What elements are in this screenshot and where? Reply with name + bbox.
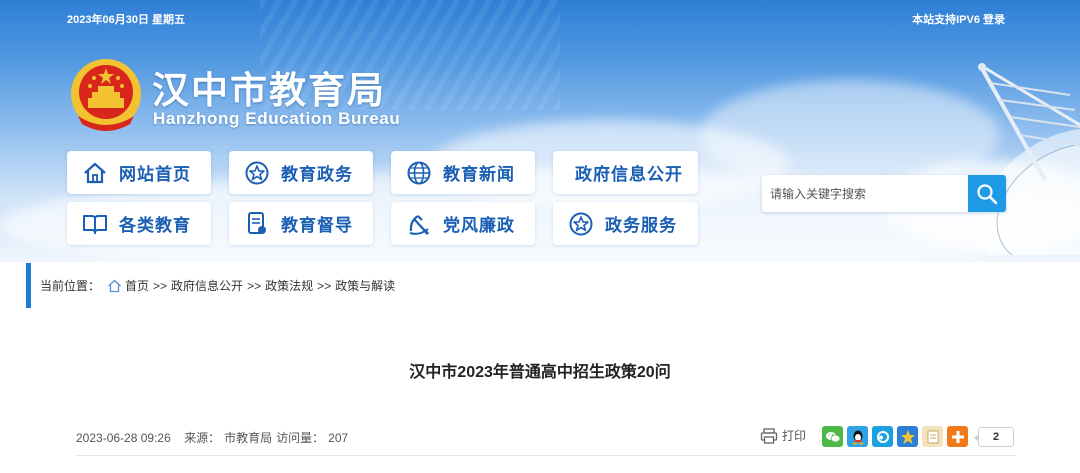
qzone-icon[interactable] [872,426,893,447]
nav-party-integrity-label: 党风廉政 [443,216,515,235]
article-views-label: 访问量： [276,431,325,445]
share-bar [822,426,968,447]
site-subtitle: Hanzhong Education Bureau [153,109,401,128]
nav-edu-news-button[interactable]: 教育新闻 [391,151,535,194]
print-button[interactable]: 打印 [760,427,806,444]
nav-all-education-label: 各类教育 [119,216,191,235]
breadcrumb-gov-info-link[interactable]: 政府信息公开 [171,277,243,294]
nav-gov-info-label: 政府信息公开 [575,165,683,184]
more-icon[interactable] [947,426,968,447]
home-icon [81,159,109,187]
breadcrumb-home-link[interactable]: 首页 [125,277,149,294]
satellite-dish-icon [978,63,1080,255]
nav-edu-supervision-button[interactable]: 教育督导 [229,202,373,245]
star-badge-icon [567,210,595,238]
article-meta: 2023-06-28 09:26 来源： 市教育局 访问量： 207 [76,429,358,446]
nav-edu-affairs-label: 教育政务 [281,165,353,184]
party-emblem-icon [405,210,433,238]
breadcrumb-separator: >> [247,278,262,293]
qq-icon[interactable] [847,426,868,447]
header-banner: 2023年06月30日 星期五 本站支持IPV6 登录 汉中市教育局 Hanzh… [0,0,1080,262]
wechat-icon[interactable] [822,426,843,447]
nav-all-education-button[interactable]: 各类教育 [67,202,211,245]
article-datetime: 2023-06-28 09:26 [76,431,171,445]
document-icon [243,210,271,238]
share-count-badge: 2 [974,427,1014,447]
site-title: 汉中市教育局 [152,70,386,111]
search-icon [977,183,998,204]
favorite-star-icon[interactable] [897,426,918,447]
book-icon [81,210,109,238]
breadcrumb: 当前位置： 首页 >> 政府信息公开 >> 政策法规 >> 政策与解读 [26,263,1080,308]
article-source: 市教育局 [224,431,273,445]
nav-home-button[interactable]: 网站首页 [67,151,211,194]
nav-gov-info-button[interactable]: 政府信息公开 [553,151,698,194]
current-date: 2023年06月30日 星期五 [67,14,185,26]
star-badge-icon [243,159,271,187]
home-icon [106,278,122,294]
print-label: 打印 [782,429,807,443]
ipv6-login-link[interactable]: 本站支持IPV6 登录 [912,11,1005,27]
breadcrumb-policy-link[interactable]: 政策法规 [265,277,313,294]
nav-edu-news-label: 教育新闻 [443,165,515,184]
breadcrumb-separator: >> [153,278,168,293]
article-views: 207 [328,431,349,445]
divider [76,455,1016,456]
search-box [762,175,1006,212]
breadcrumb-policy-interpretation-link[interactable]: 政策与解读 [335,277,395,294]
globe-icon [405,159,433,187]
breadcrumb-label: 当前位置： [40,279,101,293]
nav-edu-affairs-button[interactable]: 教育政务 [229,151,373,194]
search-button[interactable] [968,175,1006,212]
printer-icon [760,427,778,444]
article-source-label: 来源： [184,431,221,445]
national-emblem-icon [71,59,141,131]
search-input[interactable] [762,175,968,212]
nav-gov-service-button[interactable]: 政务服务 [553,202,698,245]
nav-gov-service-label: 政务服务 [605,216,677,235]
article-title: 汉中市2023年普通高中招生政策20问 [409,364,671,381]
copy-icon[interactable] [922,426,943,447]
nav-party-integrity-button[interactable]: 党风廉政 [391,202,535,245]
nav-edu-supervision-label: 教育督导 [281,216,353,235]
breadcrumb-separator: >> [317,278,332,293]
nav-home-label: 网站首页 [119,165,191,184]
